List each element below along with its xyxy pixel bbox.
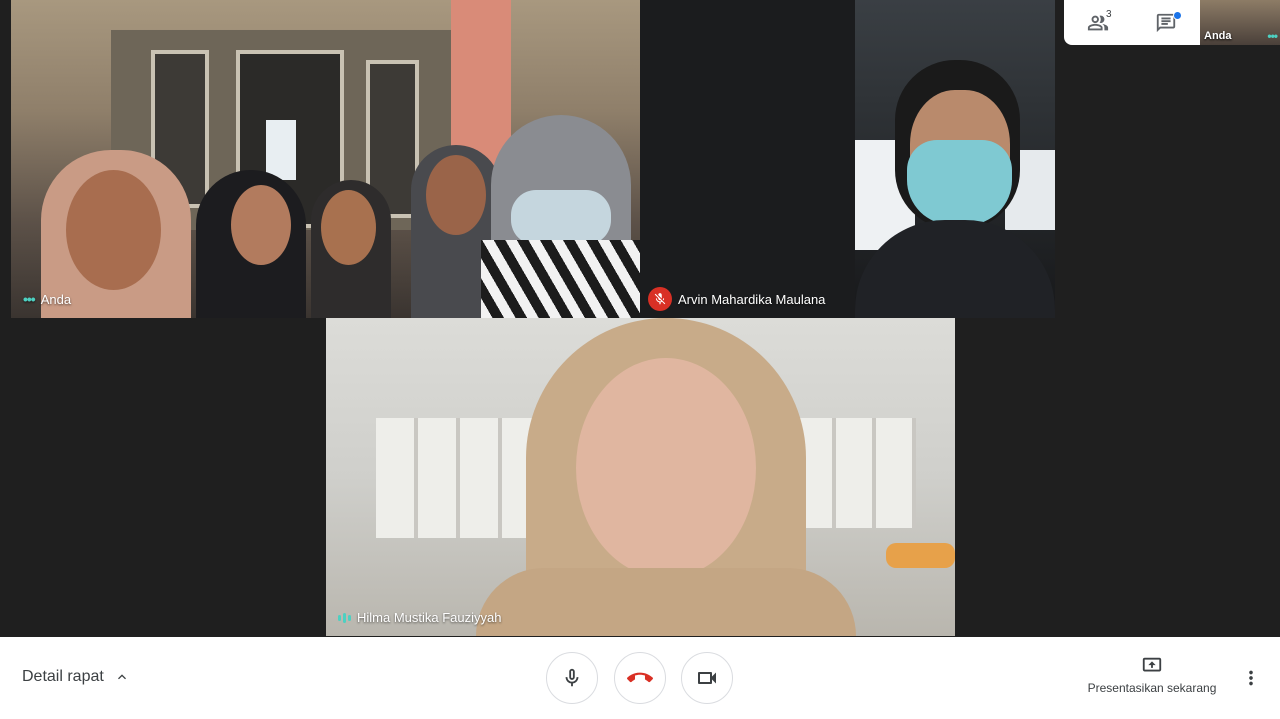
participant-name-text: Hilma Mustika Fauziyyah <box>357 610 502 625</box>
more-options-button[interactable] <box>1240 665 1262 691</box>
people-count: 3 <box>1106 9 1112 20</box>
chevron-up-icon <box>117 674 126 680</box>
audio-active-indicator: ••• <box>23 291 36 307</box>
video-tile-hilma[interactable]: Hilma Mustika Fauziyyah <box>326 318 955 636</box>
video-tile-arvin[interactable]: Arvin Mahardika Maulana <box>640 0 1055 318</box>
audio-active-indicator: ••• <box>1267 29 1278 43</box>
camera-icon <box>698 672 716 684</box>
present-screen-icon <box>1142 657 1162 672</box>
self-preview-label: Anda <box>1204 30 1232 42</box>
meeting-details-button[interactable]: Detail rapat <box>22 668 130 686</box>
present-now-label: Presentasikan sekarang <box>1087 681 1217 695</box>
self-preview-thumbnail[interactable]: Anda ••• <box>1200 0 1280 45</box>
participant-name-hilma: Hilma Mustika Fauziyyah <box>338 610 502 625</box>
people-button[interactable]: 3 <box>1064 0 1132 45</box>
hang-up-button[interactable] <box>614 652 666 704</box>
microphone-button[interactable] <box>546 652 598 704</box>
microphone-icon <box>565 668 579 687</box>
video-grid: ••• Anda Arvin Mahardika Maulana Hilma M… <box>0 0 1280 637</box>
present-now-button[interactable]: Presentasikan sekarang <box>1085 655 1219 695</box>
video-feed-hilma <box>326 318 955 636</box>
video-feed-arvin <box>855 0 1055 318</box>
mic-off-icon <box>648 287 672 311</box>
speaking-indicator <box>338 612 351 623</box>
participant-name-arvin: Arvin Mahardika Maulana <box>648 287 825 311</box>
hang-up-icon <box>627 672 653 683</box>
video-feed-group <box>11 0 640 318</box>
participant-name-text: Anda <box>40 291 72 307</box>
participant-name-self: ••• Anda <box>23 291 71 307</box>
video-tile-self[interactable]: ••• Anda <box>11 0 640 318</box>
bottom-control-bar: Detail rapat Presentasikan sekarang <box>0 637 1280 719</box>
top-right-toolbar: 3 Anda ••• <box>1064 0 1280 45</box>
participant-name-text: Arvin Mahardika Maulana <box>678 291 826 307</box>
chat-unread-indicator <box>1173 11 1182 20</box>
more-vert-icon <box>1249 670 1253 686</box>
camera-button[interactable] <box>681 652 733 704</box>
meeting-details-label: Detail rapat <box>22 668 104 685</box>
chat-button[interactable] <box>1132 0 1200 45</box>
